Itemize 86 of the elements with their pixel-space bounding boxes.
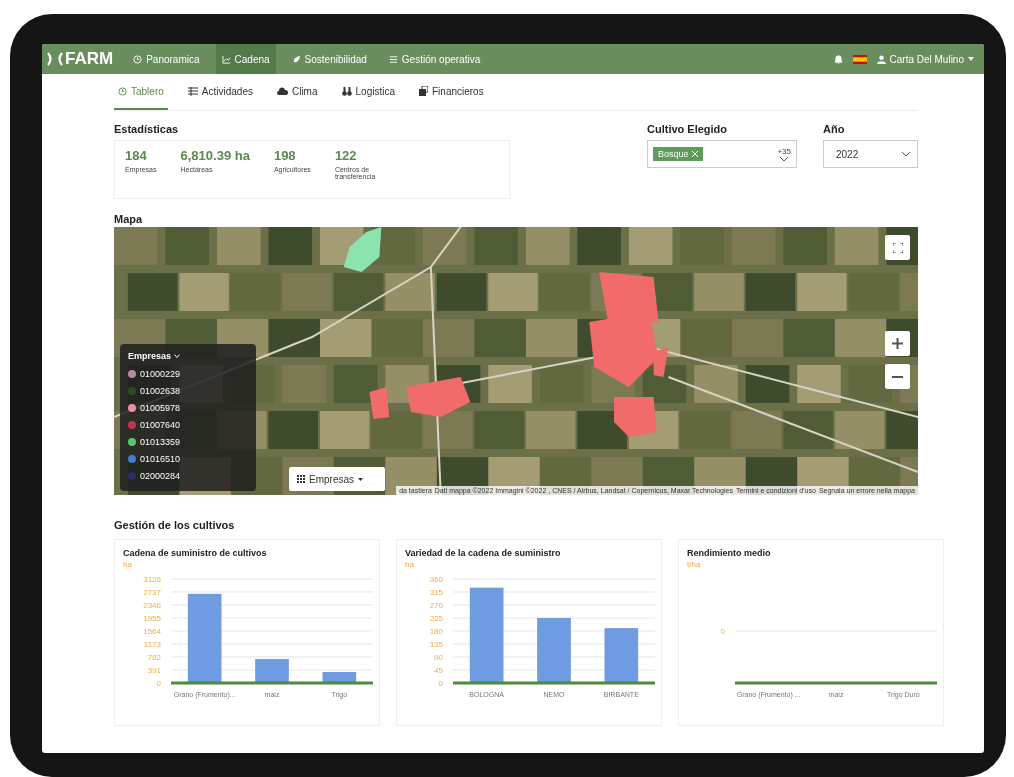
- y-tick-label: 0: [156, 679, 161, 688]
- bar: [255, 659, 289, 683]
- zoom-out-button[interactable]: [885, 364, 910, 389]
- close-icon[interactable]: [691, 151, 698, 157]
- legend-title[interactable]: Empresas: [128, 351, 248, 361]
- stat-value: 6,810.39 ha: [180, 148, 250, 163]
- grid-icon: [297, 475, 305, 483]
- sub-tab[interactable]: Actividades: [183, 74, 257, 110]
- fullscreen-button[interactable]: [885, 235, 910, 260]
- y-tick-label: 315: [429, 588, 443, 597]
- bar: [604, 628, 639, 683]
- y-tick-label: 0: [720, 627, 725, 636]
- y-tick-label: 782: [147, 653, 161, 662]
- clock-icon: [133, 54, 143, 64]
- logo-text: FARM: [65, 49, 114, 69]
- y-tick-label: 180: [429, 627, 443, 636]
- binoculars-icon: [341, 86, 352, 96]
- bar: [537, 618, 571, 683]
- user-icon: [876, 54, 886, 64]
- sub-tab[interactable]: Financieros: [415, 74, 488, 110]
- chevron-down-icon: [901, 151, 911, 157]
- fullscreen-icon: [892, 242, 903, 253]
- cloud-icon: [276, 87, 288, 95]
- list-icon: [388, 54, 398, 64]
- section-title: Estadísticas: [114, 123, 180, 135]
- layer-dropdown-button[interactable]: Empresas: [289, 467, 385, 491]
- table-icon: [187, 86, 198, 96]
- y-tick-label: 1564: [143, 626, 161, 636]
- y-tick-label: 2346: [143, 600, 161, 610]
- chart-title: Variedad de la cadena de suministro: [405, 548, 562, 558]
- plus-icon: [892, 338, 903, 349]
- y-tick-label: 360: [429, 575, 443, 584]
- logo-icon: [46, 52, 64, 66]
- legend-label: 01013359: [140, 436, 181, 447]
- stat-value: 198: [273, 148, 297, 163]
- y-tick-label: 2737: [143, 587, 161, 597]
- y-tick-label: 3126: [143, 575, 161, 584]
- legend-label: 01005978: [140, 402, 181, 413]
- sub-tab[interactable]: Logistica: [337, 74, 399, 110]
- year-select[interactable]: 2022: [823, 140, 918, 168]
- sub-tab[interactable]: Tablero: [114, 74, 168, 110]
- minus-icon: [892, 375, 903, 378]
- zoom-in-button[interactable]: [885, 331, 910, 356]
- y-tick-label: 45: [434, 666, 443, 675]
- legend-label: 02000284: [140, 470, 181, 481]
- clock-icon: [118, 86, 127, 96]
- stat-value: 184: [125, 148, 148, 163]
- axis-unit: t/ha: [687, 560, 702, 569]
- y-tick-label: 1955: [143, 613, 161, 623]
- user-menu[interactable]: Carta Del Mulino: [876, 53, 974, 65]
- chart-title: Cadena de suministro de cultivos: [123, 548, 268, 558]
- line-chart-icon: [221, 54, 231, 64]
- section-title: Mapa: [114, 213, 144, 225]
- nav-tab[interactable]: Gestión operativa: [382, 44, 487, 74]
- bell-icon[interactable]: [833, 54, 843, 64]
- axis-unit: ha: [405, 560, 415, 569]
- axis-unit: ha: [123, 560, 133, 569]
- field-label: Año: [823, 123, 846, 135]
- y-tick-label: 391: [147, 666, 161, 675]
- flag-icon[interactable]: [852, 54, 867, 64]
- legend-label: 01002638: [140, 385, 181, 396]
- y-tick-label: 270: [429, 601, 443, 610]
- sub-tab[interactable]: Clima: [272, 74, 322, 110]
- bar: [322, 672, 357, 683]
- nav-tab[interactable]: Panoramica: [127, 44, 206, 74]
- stat-value: 122: [334, 148, 358, 163]
- legend-label: 01007640: [140, 419, 181, 430]
- crop-select-field[interactable]: Bosque +35: [647, 140, 797, 168]
- caret-icon: [358, 477, 363, 481]
- nav-tab[interactable]: Sostenibilidad: [285, 44, 373, 74]
- chevron-down-icon: [779, 155, 790, 162]
- legend-label: 01016510: [140, 453, 181, 464]
- y-tick-label: 135: [429, 640, 443, 649]
- y-tick-label: 0: [438, 679, 443, 688]
- field-label: Cultivo Elegido: [647, 123, 729, 135]
- caret-icon: [968, 57, 974, 61]
- y-tick-label: 225: [429, 614, 443, 623]
- section-title: Gestión de los cultivos: [114, 519, 236, 531]
- chart-title: Rendimiento medio: [687, 548, 772, 558]
- y-tick-label: 1173: [143, 640, 161, 649]
- legend-label: 01000229: [140, 368, 181, 379]
- more-count: +35: [777, 146, 791, 156]
- leaf-icon: [291, 54, 301, 64]
- chevron-down-icon: [174, 354, 181, 358]
- nav-tab[interactable]: Cadena: [215, 44, 276, 74]
- y-tick-label: 90: [434, 653, 443, 662]
